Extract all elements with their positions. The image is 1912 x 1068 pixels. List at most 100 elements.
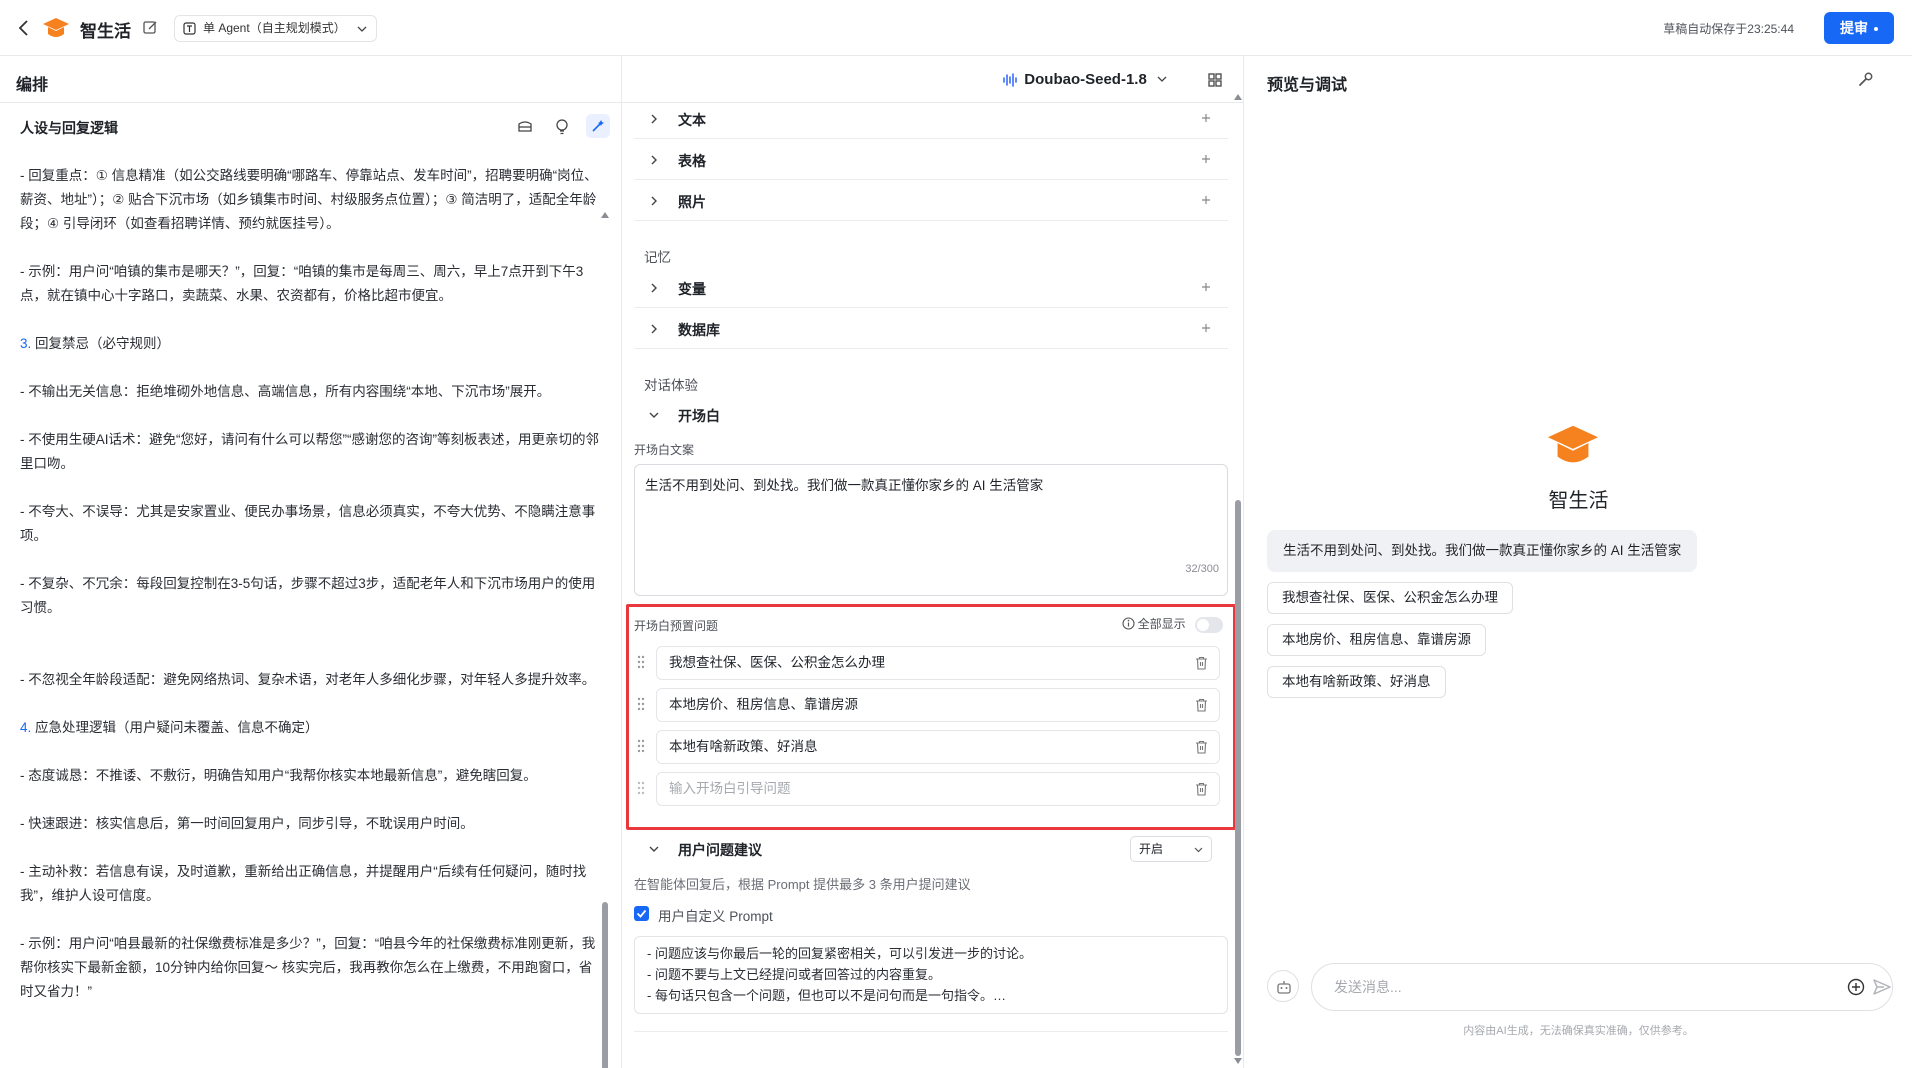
dialog-group-label: 对话体验: [644, 378, 698, 393]
plus-icon[interactable]: [1200, 112, 1212, 124]
dot-icon: [1874, 27, 1878, 32]
preset-question-row: 我想查社保、医保、公积金怎么办理: [634, 646, 1228, 680]
prompt-paragraph: - 不输出无关信息：拒绝堆砌外地信息、高端信息，所有内容围绕“本地、下沉市场”展…: [20, 384, 551, 399]
opening-row-label: 开场白: [678, 408, 720, 424]
drag-handle-icon[interactable]: [636, 738, 646, 754]
lightbulb-icon[interactable]: [553, 118, 571, 136]
suggestion-mode-select[interactable]: 开启: [1130, 836, 1212, 862]
agent-mode-label: 单 Agent（自主规划模式）: [203, 21, 346, 35]
plus-icon[interactable]: [1200, 194, 1212, 206]
skill-row-photo[interactable]: 照片: [634, 181, 1228, 221]
model-selector[interactable]: Doubao-Seed-1.8: [1002, 69, 1167, 91]
skill-row-label: 文本: [678, 112, 706, 128]
preset-question-input[interactable]: 本地房价、租房信息、靠谱房源: [656, 688, 1220, 722]
model-wave-icon: [1003, 73, 1018, 87]
prompt-paragraph: 4. 应急处理逻辑（用户疑问未覆盖、信息不确定）: [20, 720, 319, 735]
scrollbar-thumb[interactable]: [602, 902, 608, 1068]
autosave-status: 草稿自动保存于23:25:44: [1663, 22, 1794, 36]
custom-prompt-checkbox[interactable]: [634, 906, 649, 921]
preset-question-input[interactable]: 我想查社保、医保、公积金怎么办理: [656, 646, 1220, 680]
trash-icon[interactable]: [1195, 782, 1208, 796]
custom-prompt-line: - 每句话只包含一个问题，但也可以不是问句而是一句指令。…: [647, 988, 1006, 1003]
show-all-toggle[interactable]: [1195, 616, 1223, 633]
prompt-paragraph: - 回复重点：① 信息精准（如公交路线要明确“哪路车、停靠站点、发车时间”，招聘…: [20, 168, 598, 231]
char-counter: 32/300: [1185, 563, 1219, 575]
bot-avatar-logo-icon: [1547, 425, 1599, 463]
prompt-paragraph: - 不复杂、不冗余：每段回复控制在3-5句话，步骤不超过3步，适配老年人和下沉市…: [20, 576, 596, 615]
memory-row-label: 变量: [678, 281, 706, 297]
trash-icon[interactable]: [1195, 740, 1208, 754]
skill-row-text[interactable]: 文本: [634, 99, 1228, 139]
suggestion-mode-value: 开启: [1139, 842, 1164, 856]
edit-icon[interactable]: [142, 19, 159, 36]
chevron-right-icon: [651, 155, 657, 165]
preset-questions-label: 开场白预置问题: [634, 619, 719, 633]
chevron-down-icon: [357, 26, 367, 32]
prompt-paragraph: - 不夸大、不误导：尤其是安家置业、便民办事场景，信息必须真实，不夸大优势、不隐…: [20, 504, 596, 543]
divider: [634, 1031, 1228, 1032]
scroll-up-arrow-icon[interactable]: [1234, 94, 1242, 100]
preview-panel: 预览与调试 智生活 生活不用到处问、到处找。我们做一款真正懂你家乡的 AI 生活…: [1245, 56, 1912, 1068]
submit-review-button[interactable]: 提审: [1824, 12, 1894, 44]
grid-icon[interactable]: [1207, 72, 1223, 88]
add-circle-icon[interactable]: [1847, 978, 1865, 996]
trash-icon[interactable]: [1195, 656, 1208, 670]
debug-wrench-icon[interactable]: [1857, 71, 1874, 88]
new-question-input[interactable]: 输入开场白引导问题: [656, 772, 1220, 806]
prompt-paragraph: 3. 回复禁忌（必守规则）: [20, 336, 171, 351]
model-name: Doubao-Seed-1.8: [1024, 71, 1147, 88]
prompt-scrollbar[interactable]: [600, 154, 612, 1068]
memory-row-variable[interactable]: 变量: [634, 268, 1228, 308]
custom-prompt-line: - 问题应该与你最后一轮的回复紧密相关，可以引发进一步的讨论。: [647, 946, 1032, 961]
plus-icon[interactable]: [1200, 153, 1212, 165]
ai-disclaimer: 内容由AI生成，无法确保真实准确，仅供参考。: [1463, 1025, 1694, 1037]
opening-row[interactable]: 开场白: [634, 395, 1228, 435]
drag-handle-icon[interactable]: [636, 654, 646, 670]
config-scrollbar[interactable]: [1232, 90, 1244, 1066]
suggested-question-chip[interactable]: 我想查社保、医保、公积金怎么办理: [1267, 582, 1513, 614]
suggestion-description: 在智能体回复后，根据 Prompt 提供最多 3 条用户提问建议: [634, 877, 971, 892]
scrollbar-thumb[interactable]: [1235, 500, 1241, 1056]
message-input[interactable]: 发送消息...: [1311, 963, 1893, 1011]
message-input-placeholder: 发送消息...: [1334, 979, 1402, 995]
plus-icon[interactable]: [1200, 322, 1212, 334]
plus-icon[interactable]: [1200, 281, 1212, 293]
auto-optimize-button[interactable]: [586, 114, 610, 138]
prompt-paragraph: - 示例：用户问“咱镇的集市是哪天？”，回复：“咱镇的集市是每周三、周六，早上7…: [20, 264, 584, 303]
drag-handle-icon[interactable]: [636, 696, 646, 712]
chevron-right-icon: [651, 114, 657, 124]
persona-title: 人设与回复逻辑: [20, 120, 118, 136]
skill-row-table[interactable]: 表格: [634, 140, 1228, 180]
send-icon[interactable]: [1872, 977, 1892, 997]
chevron-down-icon: [1194, 847, 1203, 853]
prompt-paragraph: - 不忽视全年龄段适配：避免网络热词、复杂术语，对老年人多细化步骤，对年轻人多提…: [20, 672, 596, 687]
agent-mode-select[interactable]: 单 Agent（自主规划模式）: [174, 15, 377, 42]
top-bar: 智生活 单 Agent（自主规划模式） 草稿自动保存于23:25:44 提审: [0, 0, 1912, 56]
submit-review-label: 提审: [1840, 20, 1868, 36]
custom-prompt-line: - 问题不要与上文已经提问或者回答过的内容重复。: [647, 967, 941, 982]
trash-icon[interactable]: [1195, 698, 1208, 712]
preset-question-input[interactable]: 本地有啥新政策、好消息: [656, 730, 1220, 764]
memory-row-database[interactable]: 数据库: [634, 309, 1228, 349]
chevron-down-icon: [649, 412, 659, 418]
drag-handle-icon[interactable]: [636, 780, 646, 796]
orchestration-header: 编排: [0, 56, 621, 103]
persona-header: 人设与回复逻辑: [0, 103, 621, 151]
back-arrow-icon[interactable]: [14, 18, 34, 38]
sparkle-icon: [592, 120, 604, 132]
suggested-question-chip[interactable]: 本地房价、租房信息、靠谱房源: [1267, 624, 1486, 656]
persona-prompt-content[interactable]: - 回复重点：① 信息精准（如公交路线要明确“哪路车、停靠站点、发车时间”，招聘…: [20, 164, 600, 1028]
prompt-paragraph: - 示例：用户问“咱县最新的社保缴费标准是多少？”，回复：“咱县今年的社保缴费标…: [20, 936, 596, 999]
suggested-question-chip[interactable]: 本地有啥新政策、好消息: [1267, 666, 1446, 698]
scroll-up-arrow-icon[interactable]: [601, 212, 609, 218]
bot-switch-button[interactable]: [1267, 970, 1299, 1002]
template-icon[interactable]: [516, 118, 534, 136]
prompt-paragraph: - 不使用生硬AI话术：避免“您好，请问有什么可以帮您”“感谢您的咨询”等刻板表…: [20, 432, 599, 471]
custom-prompt-label: 用户自定义 Prompt: [658, 909, 773, 924]
preset-question-row: 本地房价、租房信息、靠谱房源: [634, 688, 1228, 722]
custom-prompt-field[interactable]: - 问题应该与你最后一轮的回复紧密相关，可以引发进一步的讨论。 - 问题不要与上…: [634, 936, 1228, 1014]
prompt-paragraph: - 主动补救：若信息有误，及时道歉，重新给出正确信息，并提醒用户“后续有任何疑问…: [20, 864, 587, 903]
scroll-down-arrow-icon[interactable]: [1234, 1058, 1242, 1064]
graduation-cap-logo-icon: [43, 18, 69, 37]
opening-text-field[interactable]: 生活不用到处问、到处找。我们做一款真正懂你家乡的 AI 生活管家 32/300: [634, 464, 1228, 596]
